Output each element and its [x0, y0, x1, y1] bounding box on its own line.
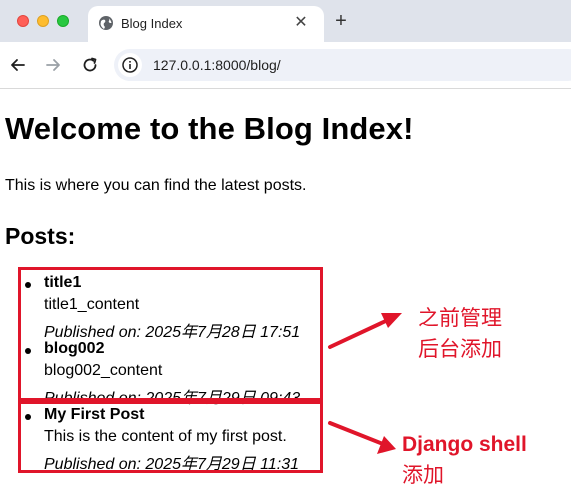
shell-annotation-line2: 添加 — [402, 464, 444, 487]
site-info-button[interactable] — [118, 53, 142, 77]
address-bar[interactable]: 127.0.0.1:8000/blog/ — [114, 49, 571, 81]
minimize-window-button[interactable] — [37, 15, 49, 27]
admin-annotation-line2: 后台添加 — [418, 338, 502, 361]
close-window-button[interactable] — [17, 15, 29, 27]
maximize-window-button[interactable] — [57, 15, 69, 27]
page-content: Welcome to the Blog Index! This is where… — [0, 89, 571, 500]
tab-bar: Blog Index ✕ + — [0, 0, 571, 42]
admin-arrow-icon — [328, 313, 402, 349]
admin-annotation-line1: 之前管理 — [418, 307, 502, 330]
tab-close-icon[interactable]: ✕ — [290, 12, 312, 34]
browser-toolbar: 127.0.0.1:8000/blog/ — [0, 42, 571, 89]
info-icon — [122, 57, 138, 73]
tab-title: Blog Index — [121, 16, 183, 31]
shell-annotation-line1: Django shell — [402, 433, 527, 456]
forward-arrow-icon[interactable] — [43, 55, 63, 75]
tab-blog-index[interactable]: Blog Index ✕ — [88, 6, 324, 42]
globe-icon — [99, 16, 113, 30]
shell-arrow-icon — [328, 421, 396, 454]
admin-annotation: 之前管理 后台添加 — [418, 303, 502, 365]
back-arrow-icon[interactable] — [8, 55, 28, 75]
url-text: 127.0.0.1:8000/blog/ — [153, 57, 281, 73]
new-tab-button[interactable]: + — [330, 11, 352, 33]
reload-icon[interactable] — [80, 55, 100, 75]
shell-annotation: Django shell 添加 — [402, 429, 527, 491]
